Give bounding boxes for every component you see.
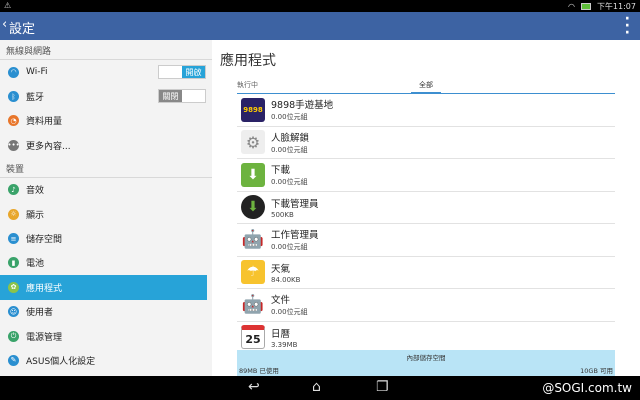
internal-storage-bar: 內部儲存空間 89MB 已使用 10GB 可用	[237, 350, 615, 376]
app-tabs: 執行中 全部	[237, 80, 615, 94]
sidebar-item-label: 資料用量	[26, 117, 63, 128]
action-bar: ‹ 設定 · · ·	[0, 12, 640, 40]
watermark: @SOGI.com.tw	[542, 381, 632, 395]
apps-title: 應用程式	[220, 53, 276, 69]
app-size: 3.39MB	[271, 340, 298, 349]
sidebar-item-label: 顯示	[26, 210, 45, 221]
sidebar-item-label: 儲存空間	[26, 235, 63, 246]
status-time: 下午11:07	[596, 2, 636, 11]
gear-icon: ⚙	[241, 130, 265, 155]
sidebar-item-label: 藍牙	[26, 93, 45, 104]
sidebar-item-label: ASUS個人化設定	[26, 356, 96, 367]
sidebar-item-sound[interactable]: ♪ 音效	[0, 178, 212, 202]
home-icon[interactable]: ⌂	[312, 379, 321, 395]
back-caret-icon[interactable]: ‹	[2, 17, 7, 32]
sidebar-item-more[interactable]: ••• 更多內容...	[0, 133, 212, 157]
app-row-downloads[interactable]: ⬇ 下載 0.00位元組	[237, 159, 615, 192]
section-header-device: 裝置	[0, 158, 212, 178]
download-manager-icon: ⬇	[241, 195, 265, 220]
umbrella-icon: ☂	[241, 260, 265, 285]
sidebar-item-label: 應用程式	[26, 283, 63, 294]
bluetooth-toggle[interactable]: 關閉	[158, 89, 206, 104]
app-row-task-manager[interactable]: 🤖 工作管理員 0.00位元組	[237, 224, 615, 257]
download-arrow-icon: ⬇	[241, 162, 265, 187]
settings-sidebar: 無線與網路 ◠ Wi-Fi 開啟 ᛒ 藍牙 關閉 ◔ 資料用量 ••• 更多內容…	[0, 40, 212, 376]
sidebar-item-users[interactable]: ☺ 使用者	[0, 300, 212, 324]
app-row-weather[interactable]: ☂ 天氣 84.00KB	[237, 257, 615, 289]
app-size: 0.00位元組	[271, 243, 308, 252]
sound-icon: ♪	[8, 184, 19, 196]
sidebar-item-apps[interactable]: ✿ 應用程式	[0, 275, 207, 300]
calendar-icon: 25	[241, 325, 265, 350]
app-name: 天氣	[271, 263, 291, 275]
android-robot-icon: 🤖	[241, 294, 265, 316]
app-size: 0.00位元組	[271, 113, 308, 122]
app-list: 9898 9898手遊基地 0.00位元組 ⚙ 人臉解鎖 0.00位元組 ⬇ 下…	[237, 94, 615, 354]
storage-free: 10GB 可用	[580, 367, 613, 375]
overflow-menu-icon[interactable]: · · ·	[625, 12, 630, 40]
sidebar-item-label: 使用者	[26, 308, 54, 319]
page-title[interactable]: 設定	[9, 18, 35, 37]
app-size: 0.00位元組	[271, 308, 308, 317]
wifi-toggle[interactable]: 開啟	[158, 65, 206, 79]
sidebar-item-label: Wi-Fi	[26, 67, 48, 78]
sidebar-item-bluetooth[interactable]: ᛒ 藍牙 關閉	[0, 84, 212, 108]
storage-used: 89MB 已使用	[239, 367, 279, 375]
sidebar-item-wifi[interactable]: ◠ Wi-Fi 開啟	[0, 60, 212, 84]
toggle-on-label: 開啟	[182, 66, 205, 78]
sidebar-item-label: 更多內容...	[26, 141, 71, 152]
sidebar-item-label: 音效	[26, 186, 45, 197]
section-header-wireless: 無線與網路	[0, 40, 212, 60]
apps-icon: ✿	[8, 281, 19, 293]
navigation-bar: ↩ ⌂ ❐ @SOGI.com.tw	[0, 376, 640, 400]
tab-all[interactable]: 全部	[411, 80, 441, 94]
app-name: 日曆	[271, 328, 291, 340]
app-name: 9898手遊基地	[271, 100, 334, 112]
game-center-icon: 9898	[241, 97, 265, 122]
app-row-download-manager[interactable]: ⬇ 下載管理員 500KB	[237, 192, 615, 224]
battery-settings-icon: ▮	[8, 257, 19, 269]
apps-panel: 應用程式 執行中 全部 9898 9898手遊基地 0.00位元組 ⚙ 人臉解鎖…	[212, 40, 640, 376]
storage-label: 內部儲存空間	[406, 354, 446, 362]
sidebar-item-label: 電池	[26, 259, 45, 270]
app-row-documents[interactable]: 🤖 文件 0.00位元組	[237, 289, 615, 322]
toggle-off-label: 關閉	[159, 90, 182, 103]
back-icon[interactable]: ↩	[248, 379, 260, 395]
warning-icon: ⚠	[4, 1, 12, 10]
app-name: 文件	[271, 295, 291, 307]
app-row-9898[interactable]: 9898 9898手遊基地 0.00位元組	[237, 94, 615, 127]
sidebar-item-display[interactable]: ☼ 顯示	[0, 202, 212, 226]
sidebar-item-power[interactable]: ⏻ 電源管理	[0, 324, 212, 348]
calendar-day: 25	[245, 332, 261, 346]
app-name: 人臉解鎖	[271, 132, 310, 144]
data-usage-icon: ◔	[8, 115, 19, 127]
wifi-signal-icon: ◠	[567, 2, 575, 11]
wifi-icon: ◠	[8, 66, 19, 78]
recent-apps-icon[interactable]: ❐	[376, 379, 389, 395]
app-size: 0.00位元組	[271, 178, 308, 187]
more-dots-icon: •••	[7, 139, 20, 151]
sidebar-item-storage[interactable]: ≡ 儲存空間	[0, 226, 212, 250]
sidebar-item-data-usage[interactable]: ◔ 資料用量	[0, 109, 212, 133]
tab-running[interactable]: 執行中	[237, 80, 258, 90]
user-icon: ☺	[8, 306, 19, 318]
status-bar: ⚠ ◠ 下午11:07	[0, 0, 640, 12]
battery-icon	[580, 3, 591, 10]
display-icon: ☼	[8, 208, 19, 220]
app-name: 下載	[271, 165, 291, 177]
bluetooth-icon: ᛒ	[8, 91, 19, 103]
android-robot-icon: 🤖	[241, 229, 265, 251]
app-size: 0.00位元組	[271, 145, 308, 154]
sidebar-item-asus[interactable]: ✎ ASUS個人化設定	[0, 348, 212, 372]
app-name: 下載管理員	[271, 198, 319, 210]
app-size: 84.00KB	[271, 275, 301, 284]
app-row-face-unlock[interactable]: ⚙ 人臉解鎖 0.00位元組	[237, 127, 615, 159]
storage-icon: ≡	[8, 233, 19, 245]
asus-customize-icon: ✎	[8, 354, 19, 366]
sidebar-item-label: 電源管理	[26, 332, 63, 343]
app-size: 500KB	[271, 210, 294, 219]
sidebar-item-battery[interactable]: ▮ 電池	[0, 251, 212, 275]
app-name: 工作管理員	[271, 230, 319, 242]
power-icon: ⏻	[8, 330, 19, 342]
